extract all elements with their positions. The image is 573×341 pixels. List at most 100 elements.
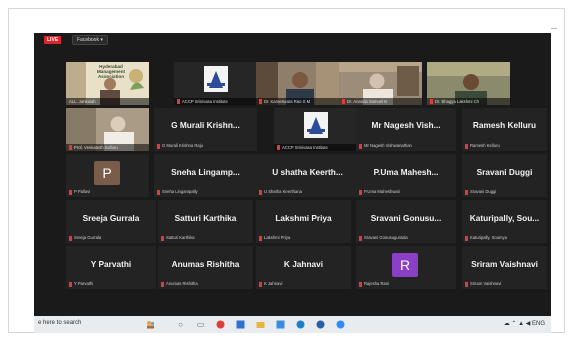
muted-mic-icon [359,143,362,149]
participant-tile[interactable]: Mr Nagesh Vish... Mr Nagesh Vishwanathan [356,108,456,151]
muted-mic-icon [69,189,72,195]
muted-mic-icon [465,281,468,287]
participant-tile[interactable]: Anumas Rishitha Anumas Rishitha [158,246,253,289]
muted-mic-icon [277,144,280,150]
participant-caption: Sravani Gonusuguntala [359,235,454,241]
muted-mic-icon [430,98,433,104]
participant-name: Katuripally, Sou... [469,213,540,223]
app-icon[interactable] [276,320,285,329]
participant-caption: G Murali Krishna Raju [157,143,255,149]
participant-caption: P.Uma Maheshwari [359,189,454,195]
participant-name: U shatha Keerth... [272,167,343,177]
windows-taskbar: e here to search ○ ▭ ☁ ⌃ ▲ ◀ ENG [34,316,551,333]
participant-tile[interactable]: Dr. Kameswara Rao S M [256,62,339,105]
participant-name: Sreeja Gurrala [82,213,140,223]
participant-tile[interactable]: K Jahnavi K Jahnavi [256,246,351,289]
participant-name: Anumas Rishitha [171,259,240,269]
muted-mic-icon [69,281,72,287]
participant-caption: Rajesha Rani [359,281,454,287]
muted-mic-icon [259,281,262,287]
participant-caption: P Pallavi [69,189,147,195]
muted-mic-icon [465,143,468,149]
app-icon[interactable] [316,320,325,329]
muted-mic-icon [359,189,362,195]
participant-tile[interactable]: Hyderabad Management Association ALL. Ja… [66,62,149,105]
muted-mic-icon [69,235,72,241]
live-badge: LIVE [44,36,62,44]
meeting-topbar: LIVE Facebook ▾ [34,33,551,47]
volume-icon: ◀ [525,321,531,327]
participant-caption: U Shatha Keerthana [259,189,357,195]
participant-caption: Sriram Vaishnavi [465,281,545,287]
chevron-up-icon: ⌃ [511,321,517,327]
participant-tile[interactable]: ACCP Srinivasa Institute [274,108,357,151]
participant-caption: Dr. Ananda Samuel B [339,98,422,105]
participant-caption: Sreeja Gurrala [69,235,154,241]
participant-name: Satturi Karthika [174,213,237,223]
edge-icon[interactable] [296,320,305,329]
system-tray[interactable]: ☁ ⌃ ▲ ◀ ENG [504,320,545,327]
task-view-icon[interactable]: ▭ [196,320,205,329]
participant-tile[interactable]: G Murali Krishn... G Murali Krishna Raju [154,108,257,151]
participant-tile[interactable]: P P Pallavi [66,154,149,197]
participant-tile[interactable]: Sriram Vaishnavi Sriram Vaishnavi [462,246,547,289]
participant-caption: ACCP Srinivasa Institute [274,144,357,151]
participant-name: P.Uma Mahesh... [373,167,439,177]
participant-name: K Jahnavi [283,259,324,269]
participant-tile[interactable]: Sneha Lingamp... Sneha Lingampally [154,154,257,197]
participant-tile[interactable]: Sreeja Gurrala Sreeja Gurrala [66,200,156,243]
muted-mic-icon [465,235,468,241]
participant-caption: Dr. Kameswara Rao S M [256,98,339,105]
participant-tile[interactable]: Y Parvathi Y Parvathi [66,246,156,289]
muted-mic-icon [69,144,72,150]
participant-tile[interactable]: ACCP Srinivasa Institute [174,62,257,105]
participant-name: Mr Nagesh Vish... [371,120,441,130]
participant-tile[interactable]: Ramesh Kelluru Ramesh Kelluru [462,108,547,151]
file-explorer-icon[interactable] [256,320,265,329]
zoom-icon[interactable] [336,320,345,329]
banner-text: Hyderabad Management Association [96,64,126,79]
frame-mark [551,28,557,29]
active-speaker-tile[interactable]: Dr. Bhagya Lakshmi Ch [427,62,510,105]
participant-caption: Ramesh Kelluru [465,143,545,149]
participant-tile[interactable]: Dr. Ananda Samuel B [339,62,422,105]
muted-mic-icon [157,143,160,149]
muted-mic-icon [465,189,468,195]
participant-name: Lakshmi Priya [275,213,332,223]
participant-tile[interactable]: P.Uma Mahesh... P.Uma Maheshwari [356,154,456,197]
participant-caption: Y Parvathi [69,281,154,287]
stream-destination-button[interactable]: Facebook ▾ [72,35,108,45]
participant-tile[interactable]: Prof. Venkatesh Kalluru [66,108,149,151]
muted-mic-icon [359,235,362,241]
participant-name: Y Parvathi [90,259,132,269]
zoom-window: LIVE Facebook ▾ Hyderabad Management Ass… [34,33,551,316]
participant-tile[interactable]: Sravani Gonusu... Sravani Gonusuguntala [356,200,456,243]
cortana-icon[interactable]: ○ [176,320,185,329]
muted-mic-icon [342,98,345,104]
participant-caption: Prof. Venkatesh Kalluru [66,144,149,151]
participant-caption: Satturi Karthika [161,235,251,241]
participant-tile[interactable]: Satturi Karthika Satturi Karthika [158,200,253,243]
participant-caption: Lakshmi Priya [259,235,349,241]
muted-mic-icon [157,189,160,195]
participant-tile[interactable]: U shatha Keerth... U Shatha Keerthana [256,154,359,197]
participant-avatar: P [94,161,120,185]
participant-tile[interactable]: Sravani Duggi Sravani Duggi [462,154,547,197]
participant-tile[interactable]: Katuripally, Sou... Katuripally, Soumya [462,200,547,243]
participant-name: Sneha Lingamp... [171,167,240,177]
participant-name: Sravani Duggi [476,167,533,177]
app-icon[interactable] [216,320,225,329]
participant-caption: Dr. Bhagya Lakshmi Ch [427,98,510,105]
muted-mic-icon [161,281,164,287]
app-icon[interactable] [236,320,245,329]
participant-caption: ALL. Jankaiah [66,98,149,105]
participant-tile[interactable]: R Rajesha Rani [356,246,456,289]
people-icon[interactable] [146,320,155,329]
taskbar-search-box[interactable]: e here to search [38,320,81,326]
muted-mic-icon [359,281,362,287]
muted-mic-icon [177,98,180,104]
participant-caption: Katuripally, Soumya [465,235,545,241]
participant-tile[interactable]: Lakshmi Priya Lakshmi Priya [256,200,351,243]
weather-icon: ☁ [503,321,510,327]
participant-caption: Anumas Rishitha [161,281,251,287]
